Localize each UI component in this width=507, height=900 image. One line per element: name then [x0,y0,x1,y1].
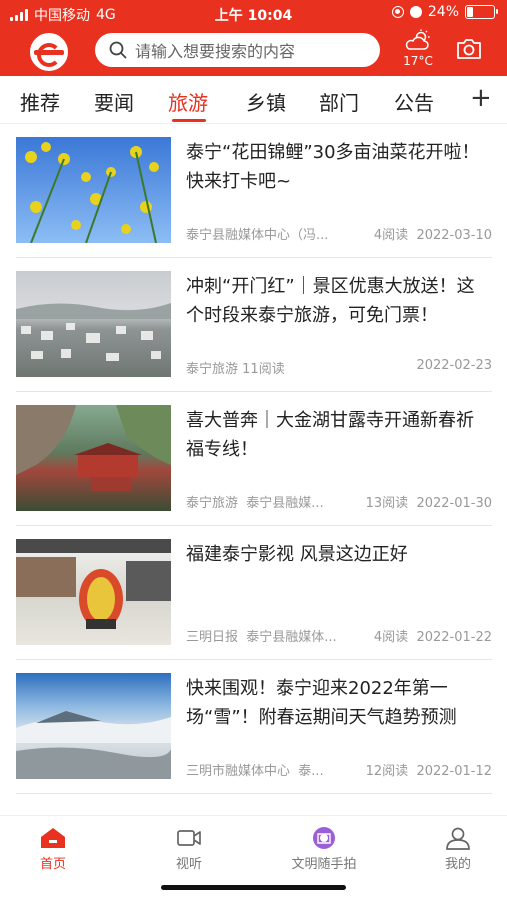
rotation-lock-icon [391,6,404,18]
tabbar-home[interactable]: 首页 [8,826,98,872]
article-thumbnail [16,673,171,779]
camera-badge-icon [313,827,335,849]
tab-notices[interactable]: 公告 [394,87,434,116]
article-source-2: 泰... [298,764,324,779]
article-reads-date: 13阅读 2022-01-30 [366,492,492,511]
tabbar-label: 文明随手拍 [291,857,357,872]
battery-percent: 24% [427,4,459,20]
article-date: 2022-01-30 [416,496,492,511]
article-title: 快来围观！泰宁迎来2022年第一场“雪”！附春运期间天气趋势预测 [186,678,457,728]
article-reads: 13阅读 [365,496,409,511]
tab-recommend[interactable]: 推荐 [20,87,60,116]
article-sources: 三明市融媒体中心 泰... [186,760,324,779]
app-header: 请输入想要搜索的内容 17°C [0,26,507,76]
temperature-label: 17°C [403,54,433,68]
article-sources: 三明日报 泰宁县融媒体... [186,626,337,645]
camera-button[interactable] [455,37,483,65]
active-tab-indicator [172,119,206,122]
article-source: 泰宁县融媒体中心（冯... [186,228,329,243]
article-thumbnail [16,271,171,377]
article-reads-date: 12阅读 2022-01-12 [366,760,492,779]
tab-departments[interactable]: 部门 [319,87,359,116]
article-thumbnail [16,539,171,645]
user-icon [446,827,470,850]
article-source-2: 泰宁县融媒... [246,496,324,511]
article-title: 泰宁“花田锦鲤”30多亩油菜花开啦！快来打卡吧~ [186,142,480,192]
article-source: 泰宁旅游 [186,362,239,377]
search-placeholder: 请输入想要搜索的内容 [135,42,296,61]
article-item[interactable]: 福建泰宁影视 风景这边正好 三明日报 泰宁县融媒体... 4阅读 2022-01… [16,526,492,660]
article-source-2: 泰宁县融媒体... [246,630,337,645]
article-source: 泰宁旅游 [186,496,239,511]
search-icon [109,41,127,59]
battery-icon [465,5,498,19]
article-title: 福建泰宁影视 风景这边正好 [186,544,408,565]
tabbar-label: 视听 [175,857,202,872]
tabbar-civilization[interactable]: 文明随手拍 [279,826,369,872]
tabbar-profile[interactable]: 我的 [413,826,503,872]
partly-cloudy-icon [405,29,430,50]
article-thumbnail [16,405,171,511]
article-reads-date: 4阅读 2022-01-22 [374,626,492,645]
article-item[interactable]: 冲刺“开门红”｜景区优惠大放送！这个时段来泰宁旅游，可免门票！ 泰宁旅游 11阅… [16,258,492,392]
tabbar-video[interactable]: 视听 [144,826,234,872]
article-reads: 11阅读 [242,362,285,377]
home-icon [41,828,65,848]
search-bar[interactable]: 请输入想要搜索的内容 [95,33,380,67]
article-item[interactable]: 泰宁“花田锦鲤”30多亩油菜花开啦！快来打卡吧~ 泰宁县融媒体中心（冯... 4… [16,124,492,258]
article-reads-date: 4阅读 2022-03-10 [374,224,492,243]
article-title: 冲刺“开门红”｜景区优惠大放送！这个时段来泰宁旅游，可免门票！ [186,276,475,326]
category-tabs: 推荐 要闻 旅游 乡镇 部门 公告 + [0,76,507,124]
status-bar: 中国移动 4G 上午 10:04 24% [0,0,507,26]
weather-widget[interactable]: 17°C [400,29,436,68]
article-sources: 泰宁旅游 泰宁县融媒... [186,492,324,511]
article-date: 2022-01-12 [416,764,492,779]
app-logo-icon[interactable] [30,33,68,71]
article-reads: 12阅读 [365,764,409,779]
home-indicator [161,885,346,890]
article-source: 三明日报 [186,630,239,645]
tab-towns[interactable]: 乡镇 [246,87,286,116]
add-tab-button[interactable]: + [470,85,492,111]
article-title: 喜大普奔｜大金湖甘露寺开通新春祈福专线！ [186,410,474,460]
article-date: 2022-01-22 [416,630,492,645]
article-source: 三明市融媒体中心 [186,764,291,779]
article-source-reads: 泰宁旅游 11阅读 [186,358,285,377]
article-item[interactable]: 快来围观！泰宁迎来2022年第一场“雪”！附春运期间天气趋势预测 三明市融媒体中… [16,660,492,794]
article-date: 2022-03-10 [416,228,492,243]
tabbar-label: 首页 [39,857,66,872]
tabbar-label: 我的 [444,857,471,872]
article-date: 2022-02-23 [416,358,492,373]
article-item[interactable]: 喜大普奔｜大金湖甘露寺开通新春祈福专线！ 泰宁旅游 泰宁县融媒... 13阅读 … [16,392,492,526]
video-camera-icon [177,830,201,846]
article-reads: 4阅读 [373,228,409,243]
tab-travel[interactable]: 旅游 [168,87,208,116]
status-right: 24% [391,4,498,20]
article-reads: 4阅读 [373,630,409,645]
battery-fill [467,7,474,17]
camera-icon [457,39,481,59]
article-thumbnail [16,137,171,243]
tab-news[interactable]: 要闻 [94,87,134,116]
alarm-icon [409,6,422,18]
